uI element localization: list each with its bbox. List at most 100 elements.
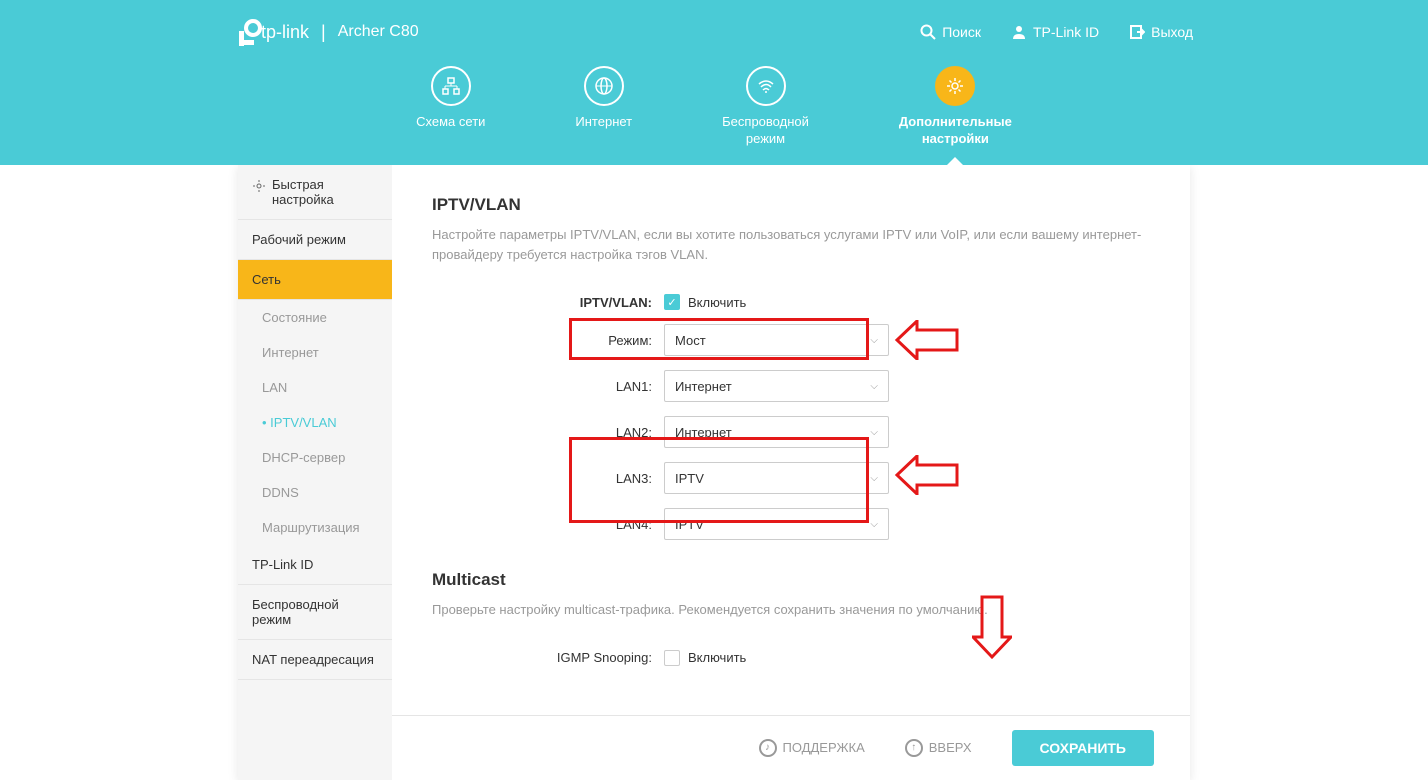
support-link[interactable]: ♪ ПОДДЕРЖКА — [759, 739, 865, 757]
sidebar-sub-ddns[interactable]: DDNS — [238, 475, 392, 510]
sidebar-sub-status[interactable]: Состояние — [238, 300, 392, 335]
sidebar-sub-dhcp[interactable]: DHCP-сервер — [238, 440, 392, 475]
igmp-row: IGMP Snooping: Включить — [432, 650, 1150, 666]
sidebar-label: Сеть — [252, 272, 281, 287]
model-name: Archer C80 — [338, 23, 419, 41]
chevron-down-icon: ⌵ — [870, 335, 878, 346]
globe-icon — [594, 76, 614, 96]
user-icon — [1011, 24, 1027, 40]
network-map-icon — [441, 76, 461, 96]
tab-label: Схема сети — [416, 114, 485, 131]
gear-icon — [252, 179, 266, 193]
tp-logo-icon — [235, 18, 263, 46]
multicast-title: Multicast — [432, 570, 1150, 590]
sidebar-item-nat[interactable]: NAT переадресация — [238, 640, 392, 680]
enable-label: IPTV/VLAN: — [432, 295, 664, 310]
lan3-select[interactable]: IPTV⌵ — [664, 462, 889, 494]
sidebar-sub-iptv-vlan[interactable]: IPTV/VLAN — [238, 405, 392, 440]
igmp-checkbox[interactable] — [664, 650, 680, 666]
gear-icon — [945, 76, 965, 96]
lan2-label: LAN2: — [432, 425, 664, 440]
chevron-down-icon: ⌵ — [870, 519, 878, 530]
sidebar-label: DDNS — [262, 485, 299, 500]
tab-network-map[interactable]: Схема сети — [416, 66, 485, 148]
sidebar-label: LAN — [262, 380, 287, 395]
lan2-row: LAN2: Интернет⌵ — [432, 416, 1150, 448]
enable-checkbox[interactable]: ✓ — [664, 294, 680, 310]
sidebar-label: NAT переадресация — [252, 652, 374, 667]
logout-label: Выход — [1151, 24, 1193, 40]
iptv-section-desc: Настройте параметры IPTV/VLAN, если вы х… — [432, 225, 1150, 264]
lan3-label: LAN3: — [432, 471, 664, 486]
top-row: tp-link | Archer C80 Поиск TP-Link ID Вы… — [0, 0, 1428, 46]
tab-label: Интернет — [575, 114, 632, 131]
tab-label: Беспроводной режим — [722, 114, 809, 148]
nav-tabs: Схема сети Интернет Беспроводной режим Д… — [0, 66, 1428, 148]
lan4-row: LAN4: IPTV⌵ — [432, 508, 1150, 540]
sidebar-label: Состояние — [262, 310, 327, 325]
sidebar-label: Маршрутизация — [262, 520, 360, 535]
tab-label: Дополнительные настройки — [899, 114, 1012, 148]
sidebar-sub-lan[interactable]: LAN — [238, 370, 392, 405]
content-area: IPTV/VLAN Настройте параметры IPTV/VLAN,… — [392, 165, 1190, 780]
logout-link[interactable]: Выход — [1129, 24, 1193, 40]
sidebar-label: Рабочий режим — [252, 232, 346, 247]
search-link[interactable]: Поиск — [920, 24, 981, 40]
chevron-down-icon: ⌵ — [870, 473, 878, 484]
sidebar-label: Быстрая настройка — [272, 177, 378, 207]
sidebar-item-wireless[interactable]: Беспроводной режим — [238, 585, 392, 640]
brand-text: tp-link — [261, 22, 309, 43]
sidebar-label: IPTV/VLAN — [270, 415, 336, 430]
mode-select[interactable]: Мост⌵ — [664, 324, 889, 356]
header-bar: tp-link | Archer C80 Поиск TP-Link ID Вы… — [0, 0, 1428, 165]
chevron-down-icon: ⌵ — [870, 427, 878, 438]
tab-wireless[interactable]: Беспроводной режим — [722, 66, 809, 148]
tp-link-logo: tp-link — [235, 18, 309, 46]
lan1-label: LAN1: — [432, 379, 664, 394]
logo-area: tp-link | Archer C80 — [235, 18, 419, 46]
sidebar-item-quick-setup[interactable]: Быстрая настройка — [238, 165, 392, 220]
igmp-label: IGMP Snooping: — [432, 650, 664, 665]
support-label: ПОДДЕРЖКА — [783, 740, 865, 755]
sidebar-item-operation-mode[interactable]: Рабочий режим — [238, 220, 392, 260]
sidebar-label: DHCP-сервер — [262, 450, 345, 465]
tab-advanced[interactable]: Дополнительные настройки — [899, 66, 1012, 148]
igmp-check-label: Включить — [688, 650, 746, 665]
mode-label: Режим: — [432, 333, 664, 348]
mode-row: Режим: Мост⌵ — [432, 324, 1150, 356]
divider: | — [321, 22, 326, 43]
lan4-select[interactable]: IPTV⌵ — [664, 508, 889, 540]
lan1-select[interactable]: Интернет⌵ — [664, 370, 889, 402]
iptv-section-title: IPTV/VLAN — [432, 195, 1150, 215]
enable-row: IPTV/VLAN: ✓ Включить — [432, 294, 1150, 310]
sidebar-label: Интернет — [262, 345, 319, 360]
save-button[interactable]: СОХРАНИТЬ — [1012, 730, 1154, 766]
sidebar-sub-internet[interactable]: Интернет — [238, 335, 392, 370]
sidebar-label: TP-Link ID — [252, 557, 313, 572]
sidebar-sub-routing[interactable]: Маршрутизация — [238, 510, 392, 545]
up-label: ВВЕРХ — [929, 740, 972, 755]
headset-icon: ♪ — [759, 739, 777, 757]
arrow-up-icon: ↑ — [905, 739, 923, 757]
chevron-down-icon: ⌵ — [870, 381, 878, 392]
sidebar-item-tplink-id[interactable]: TP-Link ID — [238, 545, 392, 585]
wifi-icon — [756, 76, 776, 96]
lan2-select[interactable]: Интернет⌵ — [664, 416, 889, 448]
lan3-row: LAN3: IPTV⌵ — [432, 462, 1150, 494]
lan4-label: LAN4: — [432, 517, 664, 532]
sidebar-item-network[interactable]: Сеть — [238, 260, 392, 300]
annotation-arrow-lan34 — [892, 455, 962, 495]
annotation-arrow-mode — [892, 320, 962, 360]
enable-check-label: Включить — [688, 295, 746, 310]
main-container: Быстрая настройка Рабочий режим Сеть Сос… — [238, 165, 1190, 780]
sidebar-label: Беспроводной режим — [252, 597, 378, 627]
up-link[interactable]: ↑ ВВЕРХ — [905, 739, 972, 757]
tplink-id-link[interactable]: TP-Link ID — [1011, 24, 1099, 40]
search-icon — [920, 24, 936, 40]
header-links: Поиск TP-Link ID Выход — [920, 24, 1193, 40]
tab-internet[interactable]: Интернет — [575, 66, 632, 148]
lan1-row: LAN1: Интернет⌵ — [432, 370, 1150, 402]
annotation-arrow-save — [972, 592, 1012, 662]
multicast-desc: Проверьте настройку multicast-трафика. Р… — [432, 600, 1150, 620]
logout-icon — [1129, 24, 1145, 40]
